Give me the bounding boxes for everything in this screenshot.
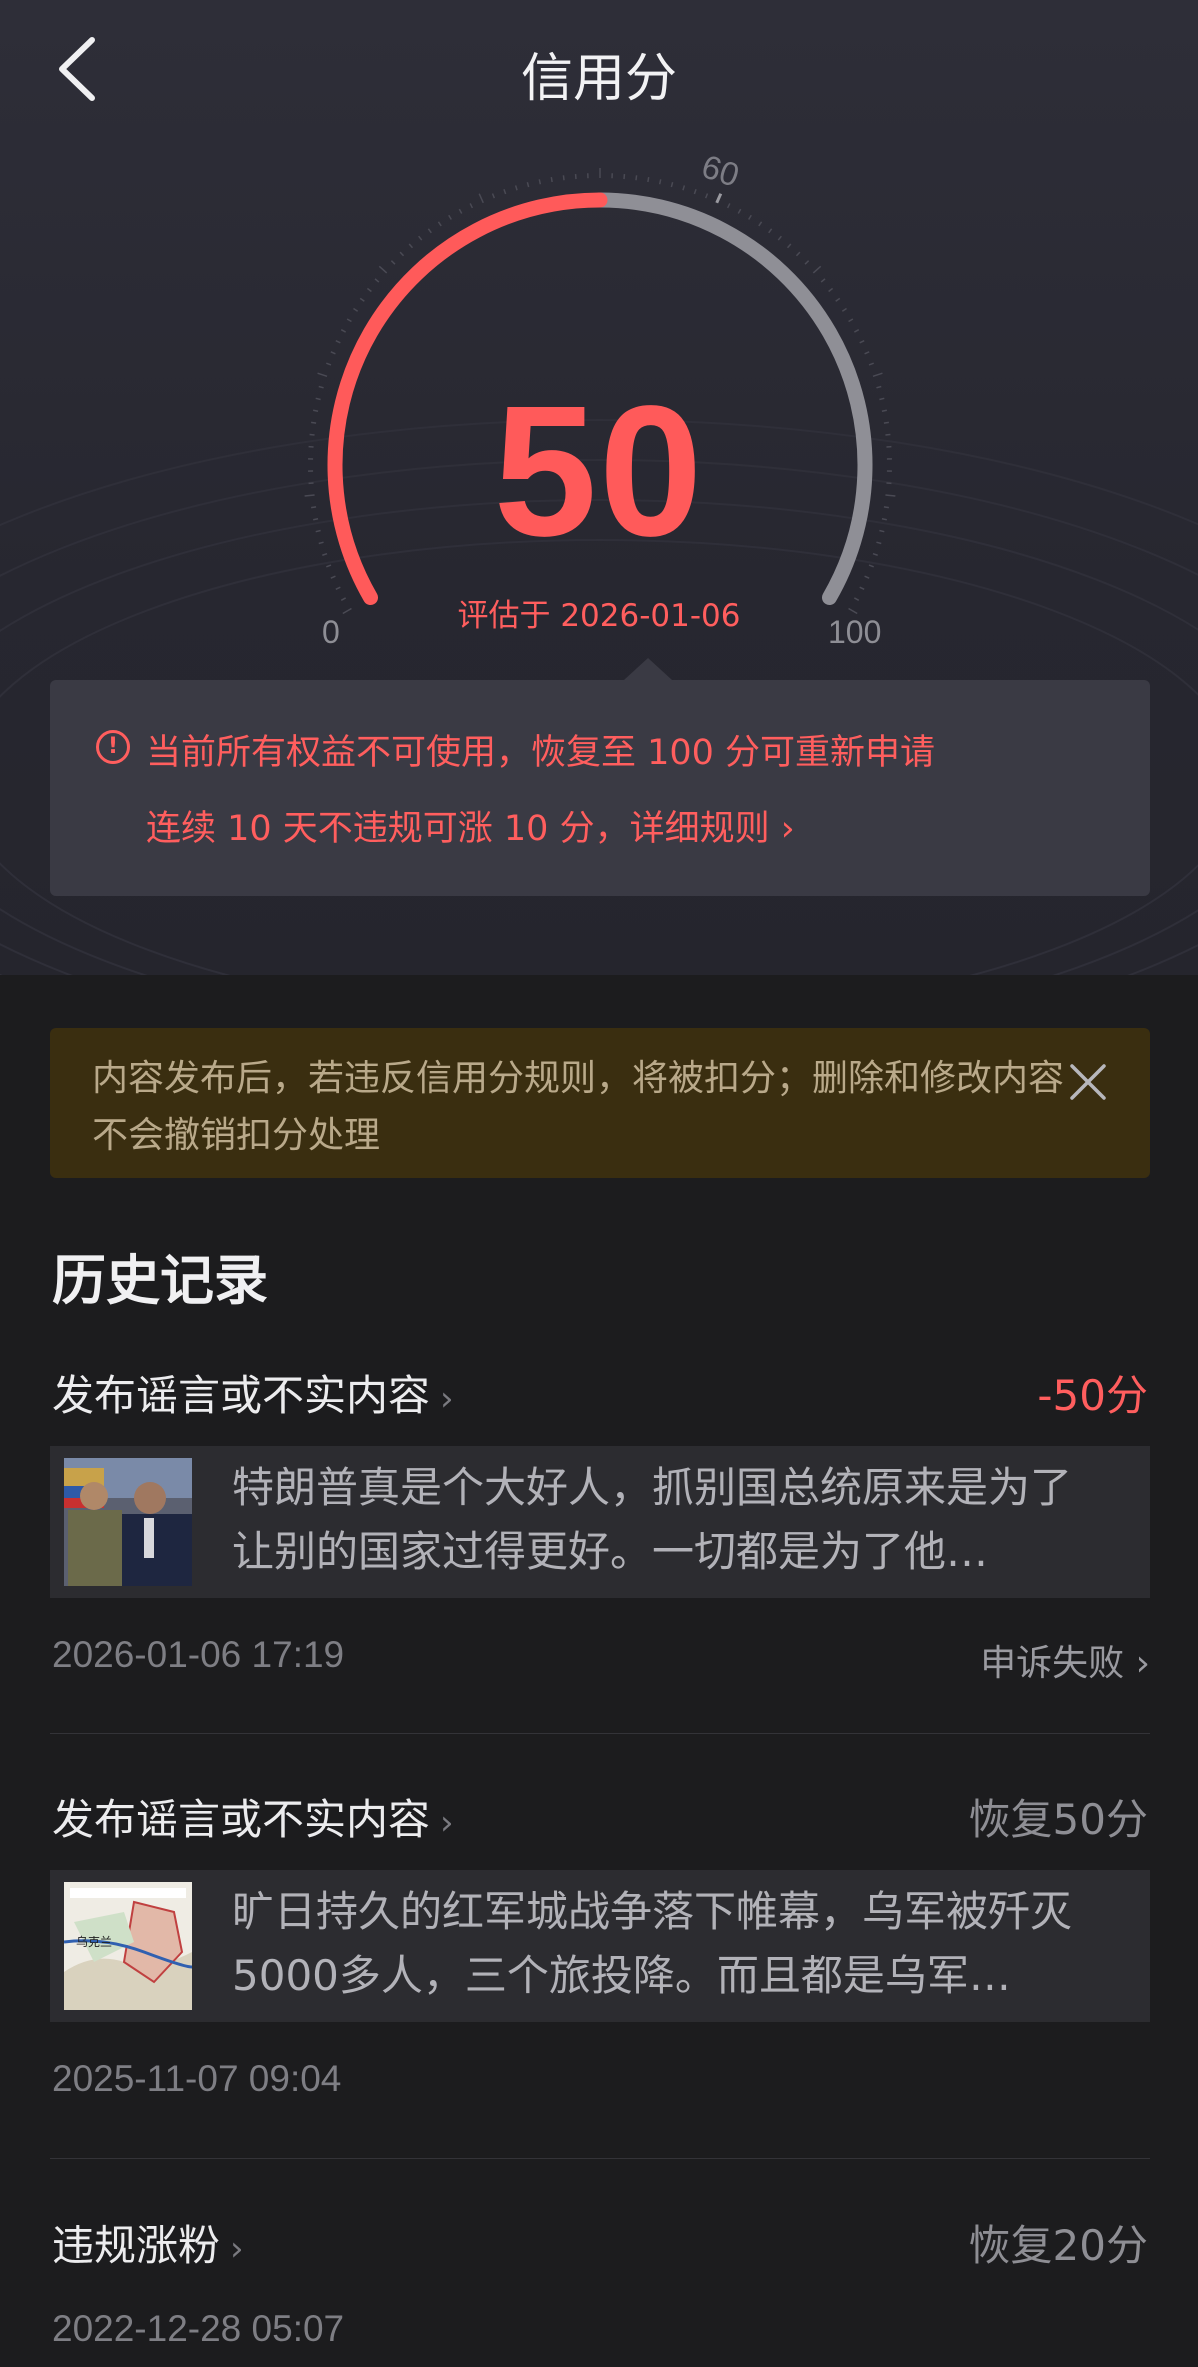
gauge-tick <box>859 339 865 344</box>
record-title-label: 发布谣言或不实内容 <box>52 1371 431 1420</box>
exclamation-circle-icon: ! <box>96 730 130 764</box>
gauge-tick <box>399 251 405 257</box>
gauge-tick <box>682 185 686 191</box>
chevron-right-icon: › <box>230 2229 244 2269</box>
gauge-tick <box>737 208 742 214</box>
gauge-tick <box>647 176 650 183</box>
gauge-tick <box>748 214 752 220</box>
gauge-tick <box>514 185 518 191</box>
status-notice: ! 当前所有权益不可使用，恢复至 100 分可重新申请 连续 10 天不违规可涨… <box>50 658 1150 896</box>
gauge-tick <box>503 188 507 195</box>
record-score-change: 恢复50分 <box>968 1795 1148 1844</box>
gauge-tick <box>335 339 341 344</box>
gauge-tick <box>777 235 782 241</box>
gauge-tick <box>374 278 380 283</box>
gauge-tick <box>841 307 847 312</box>
notice-restriction-text: 当前所有权益不可使用，恢复至 100 分可重新申请 <box>146 733 936 773</box>
record-timestamp: 2025-11-07 09:04 <box>52 2058 342 2099</box>
thumbnail-image <box>64 1458 192 1586</box>
gauge-tick <box>848 318 854 323</box>
divider <box>50 1733 1150 1734</box>
record-content-card[interactable]: 乌克兰 旷日持久的红军城战争落下帷幕，乌军被歼灭5000多人，三个旅投降。而且都… <box>50 1870 1150 2022</box>
gauge-tick <box>390 260 396 265</box>
gauge-tick <box>353 307 359 312</box>
gauge-tick <box>835 297 841 302</box>
gauge-tick <box>366 287 372 293</box>
thumbnail-image: 乌克兰 <box>64 1882 192 2010</box>
gauge-tick <box>758 221 763 227</box>
gauge-tick <box>726 203 731 209</box>
record-snippet: 特朗普真是个大好人，抓别国总统原来是为了让别的国家过得更好。一切都是为了他… <box>232 1463 1073 1576</box>
gauge-tick <box>378 265 388 274</box>
gauge-tick <box>658 179 662 185</box>
gauge-tick <box>670 181 674 188</box>
gauge-tick <box>635 175 638 181</box>
gauge-tick <box>458 208 463 214</box>
gauge-tick <box>330 351 336 355</box>
history-title: 历史记录 <box>52 1249 268 1312</box>
gauge-tick <box>346 318 352 323</box>
page-title: 信用分 <box>520 49 677 109</box>
credit-score-header: 信用分 0 60 100 50 评估于 2026-01-06 ! 当前所有权益不… <box>0 0 1198 975</box>
record-title-label: 违规涨粉 <box>52 2221 221 2270</box>
gauge-tick <box>864 351 870 355</box>
record-title-label: 发布谣言或不实内容 <box>52 1795 431 1844</box>
chevron-right-icon: › <box>440 1803 454 1843</box>
gauge-tick <box>562 175 565 181</box>
notice-pointer <box>624 658 672 680</box>
gauge-tick <box>853 329 860 333</box>
gauge-tick <box>437 221 442 227</box>
gauge-tick <box>786 243 792 249</box>
gauge-tick <box>538 179 542 185</box>
gauge-tick <box>550 176 553 183</box>
record-score-change: -50分 <box>1037 1371 1148 1420</box>
record-content-card[interactable]: 特朗普真是个大好人，抓别国总统原来是为了让别的国家过得更好。一切都是为了他… <box>50 1446 1150 1598</box>
banner-text: 内容发布后，若违反信用分规则，将被扣分；删除和修改内容不会撤销扣分处理 <box>92 1058 1065 1156</box>
appeal-status-link[interactable]: 申诉失败 › <box>980 1634 1150 1686</box>
record-score-change: 恢复20分 <box>968 2221 1148 2270</box>
credit-score-value: 50 <box>493 368 705 575</box>
gauge-tick <box>812 265 822 274</box>
record-timestamp: 2026-01-06 17:19 <box>52 1634 345 1675</box>
gauge-tick <box>828 287 834 293</box>
gauge-tick <box>768 228 773 234</box>
gauge-tick <box>408 243 414 249</box>
svg-text:乌克兰: 乌克兰 <box>76 1934 112 1949</box>
gauge-tick <box>335 586 341 591</box>
gauge-tick <box>478 193 484 204</box>
gauge-tick <box>491 193 496 199</box>
gauge-tick <box>704 193 709 199</box>
close-icon[interactable] <box>1066 1060 1110 1104</box>
record-title[interactable]: 违规涨粉 › <box>52 2212 244 2273</box>
gauge-tick <box>715 193 723 204</box>
gauge-tick <box>448 214 452 220</box>
gauge-tick <box>859 586 865 591</box>
info-banner: 内容发布后，若违反信用分规则，将被扣分；删除和修改内容不会撤销扣分处理 <box>50 1028 1150 1178</box>
evaluation-date: 评估于 2026-01-06 <box>457 598 741 634</box>
gauge-tick <box>795 251 801 257</box>
rules-link[interactable]: 连续 10 天不违规可涨 10 分，详细规则 › <box>146 800 795 851</box>
divider <box>50 2158 1150 2159</box>
record-timestamp: 2022-12-28 05:07 <box>52 2308 345 2349</box>
gauge-tick <box>418 235 423 241</box>
gauge-tick <box>820 278 826 283</box>
chevron-right-icon: › <box>440 1379 454 1419</box>
gauge-tick <box>469 203 474 209</box>
gauge-tick <box>340 329 347 333</box>
gauge-tick <box>526 181 530 188</box>
gauge-tick <box>693 188 697 195</box>
gauge-tick <box>804 260 810 265</box>
record-snippet: 旷日持久的红军城战争落下帷幕，乌军被歼灭5000多人，三个旅投降。而且都是乌军… <box>232 1887 1073 2000</box>
record-title[interactable]: 发布谣言或不实内容 › <box>52 1362 454 1423</box>
record-title[interactable]: 发布谣言或不实内容 › <box>52 1786 454 1847</box>
gauge-tick <box>427 228 432 234</box>
gauge-tick <box>359 297 365 302</box>
